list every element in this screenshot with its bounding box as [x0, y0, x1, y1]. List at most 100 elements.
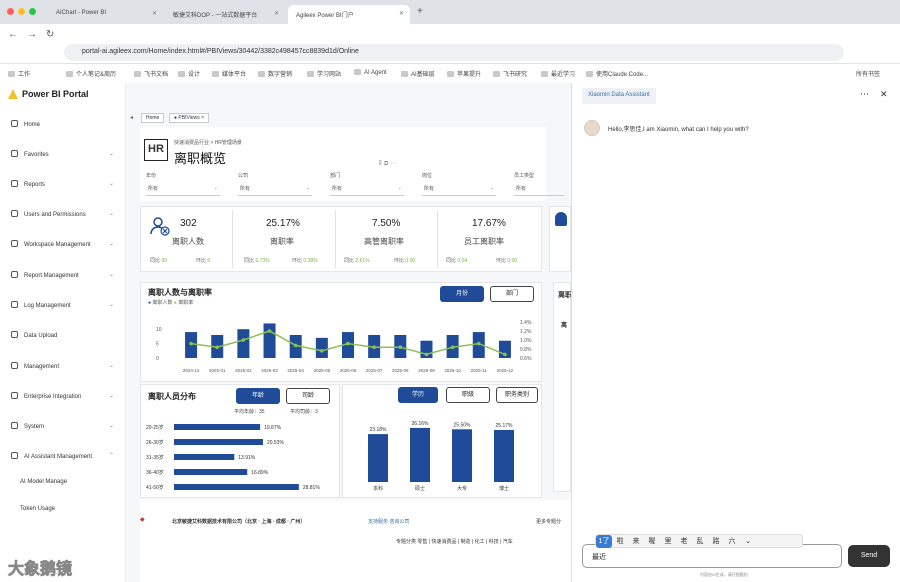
- filter-dept-select[interactable]: 所有 ⌄: [330, 185, 404, 196]
- kpi-value: 25.17%: [266, 218, 300, 229]
- send-button[interactable]: Send: [848, 545, 890, 567]
- bookmark[interactable]: 个人笔记&周历: [66, 69, 116, 78]
- ime-candidate[interactable]: 六: [724, 535, 740, 548]
- bookmark[interactable]: 学习网站: [307, 69, 341, 78]
- star-icon: [11, 150, 18, 157]
- close-icon[interactable]: ✕: [880, 89, 888, 100]
- bookmark[interactable]: AI基础层: [401, 69, 435, 78]
- filter-type-select[interactable]: 所有: [514, 185, 564, 196]
- close-tab-icon[interactable]: ✕: [399, 10, 404, 17]
- breadcrumb-home[interactable]: Home: [141, 113, 165, 123]
- browser-tab-active[interactable]: Agileex Power BI门户 ✕: [288, 5, 410, 24]
- sidebar-item-integration[interactable]: Enterprise Integration ⌄: [11, 392, 114, 400]
- sidebar-item-home[interactable]: Home: [11, 120, 40, 128]
- breadcrumb-pbiviews[interactable]: ● PBIViews ×: [169, 113, 210, 123]
- more-icon[interactable]: ⋯: [860, 89, 869, 100]
- ime-candidate[interactable]: 1了: [596, 535, 612, 548]
- y-tick-label: 36-40岁: [146, 469, 164, 476]
- sidebar-item-log[interactable]: Log Management ⌄: [11, 301, 114, 309]
- ime-candidate[interactable]: 乱: [692, 535, 708, 548]
- sidebar-item-favorites[interactable]: Favorites ⌄: [11, 150, 114, 158]
- sidebar-item-report-management[interactable]: Report Management ⌄: [11, 271, 114, 279]
- close-tab-icon[interactable]: ✕: [152, 10, 157, 17]
- ime-candidate[interactable]: 来: [628, 535, 644, 548]
- bookmark[interactable]: 设计: [178, 69, 200, 78]
- minimize-window-icon[interactable]: [18, 8, 25, 15]
- filter-position-select[interactable]: 所有 ⌄: [422, 185, 496, 196]
- assistant-tab[interactable]: Xiaomin Data Assistant: [582, 88, 656, 104]
- sidebar-item-system[interactable]: System ⌄: [11, 422, 114, 430]
- footer-categories[interactable]: 专题分类 零售 | 快速消费品 | 制造 | 化工 | 科技 | 汽车: [396, 538, 513, 545]
- chevron-down-icon: ⌄: [109, 423, 115, 429]
- forward-icon[interactable]: →: [27, 29, 37, 40]
- bookmark[interactable]: 数字营销: [258, 69, 292, 78]
- kpi-mom: 环比 0.00: [496, 258, 518, 264]
- filter-label: 公司: [238, 173, 249, 179]
- bookmark[interactable]: 飞书文档: [134, 69, 168, 78]
- filter-company-select[interactable]: 所有 ⌄: [238, 185, 312, 196]
- address-text[interactable]: portal-ai.agileex.com/Home/index.html#/P…: [82, 48, 359, 55]
- sidebar-item-ai-assistant[interactable]: AI Assistant Management ⌃: [11, 452, 114, 460]
- filter-label: 部门: [330, 173, 341, 179]
- sidebar-item-management[interactable]: Management ⌄: [11, 362, 114, 370]
- trend-title: 离职人数与离职率: [148, 288, 212, 297]
- sidebar-item-users[interactable]: Users and Permissions ⌄: [11, 210, 114, 218]
- browser-tab[interactable]: AIChart - Power BI ✕: [48, 5, 163, 24]
- age-toggle-button[interactable]: 年龄: [236, 388, 280, 404]
- chevron-up-icon: ⌃: [109, 453, 115, 459]
- reload-icon[interactable]: ↻: [46, 29, 54, 40]
- browser-tab[interactable]: 敏捷艾科DOP - 一站式数据平台 ✕: [165, 5, 285, 24]
- education-toggle-button[interactable]: 学历: [398, 387, 438, 403]
- bookmark[interactable]: AI Agent: [354, 69, 387, 76]
- new-tab-button[interactable]: +: [417, 6, 423, 17]
- bookmark[interactable]: 使用Claude Code...: [586, 69, 648, 78]
- close-window-icon[interactable]: [7, 8, 14, 15]
- person-icon: [555, 212, 567, 226]
- ime-candidate[interactable]: 老: [676, 535, 692, 548]
- ime-candidate[interactable]: 啦: [612, 535, 628, 548]
- maximize-window-icon[interactable]: [29, 8, 36, 15]
- y2-tick-label: 0.8%: [520, 347, 532, 353]
- trend-chart: 0 5 10 0.6% 0.8% 1.0% 1.2% 1.4% 2024-12 2025-01 20…: [156, 320, 532, 373]
- bookmark[interactable]: 苹果提升: [447, 69, 481, 78]
- assistant-panel: Xiaomin Data Assistant ⋯ ✕ Hello,李思佳,I a…: [571, 83, 900, 582]
- month-toggle-button[interactable]: 月份: [440, 286, 484, 302]
- job-category-toggle-button[interactable]: 职务类别: [496, 387, 538, 403]
- level-toggle-button[interactable]: 职级: [446, 387, 490, 403]
- collapse-icon[interactable]: ◂: [130, 114, 133, 121]
- bookmark[interactable]: 最近学习: [541, 69, 575, 78]
- rate-point: [215, 345, 220, 349]
- sidebar-subitem-ai-model[interactable]: AI Model Manage: [20, 479, 67, 485]
- ime-candidate[interactable]: 里: [660, 535, 676, 548]
- department-toggle-button[interactable]: 部门: [490, 286, 534, 302]
- x-tick-label: 2025-09: [418, 368, 435, 373]
- kpi-yoy: 同比 6.73%: [244, 258, 270, 264]
- tenure-toggle-button[interactable]: 司龄: [286, 388, 330, 404]
- rate-point: [398, 345, 403, 349]
- ime-candidate[interactable]: 喔: [644, 535, 660, 548]
- rate-point: [503, 352, 507, 357]
- rate-point: [320, 349, 324, 353]
- close-tab-icon[interactable]: ✕: [274, 10, 279, 17]
- ime-candidate[interactable]: 路: [708, 535, 724, 548]
- sidebar-subitem-token[interactable]: Token Usage: [20, 506, 55, 512]
- x-tick-label: 2025-12: [497, 368, 514, 373]
- visual-options-icon[interactable]: ⊽ ⧉ ⋯: [378, 160, 396, 168]
- y-tick-label: 5: [156, 342, 159, 348]
- bookmark[interactable]: 媒体平台: [212, 69, 246, 78]
- footer-links[interactable]: 支持服务 咨询公司: [368, 518, 409, 525]
- data-label: 19.87%: [264, 425, 282, 431]
- hr-logo: HR: [144, 139, 168, 161]
- ai-hint: 内容由AI生成，请仔细甄别: [700, 572, 748, 577]
- bookmark[interactable]: 所有书签: [856, 69, 880, 78]
- rate-point: [189, 341, 193, 346]
- bookmark[interactable]: 工作: [8, 69, 30, 78]
- sidebar-item-upload[interactable]: Data Upload: [11, 331, 57, 339]
- bookmark[interactable]: 飞书研究: [493, 69, 527, 78]
- back-icon[interactable]: ←: [8, 29, 18, 40]
- ime-candidate-bar[interactable]: 1了啦来喔里老乱路六 ⌄: [595, 534, 803, 548]
- chevron-down-icon[interactable]: ⌄: [740, 535, 756, 548]
- sidebar-item-reports[interactable]: Reports ⌄: [11, 180, 114, 188]
- filter-year-select[interactable]: 所有 ⌄: [146, 185, 220, 196]
- sidebar-item-workspace[interactable]: Workspace Management ⌄: [11, 240, 114, 248]
